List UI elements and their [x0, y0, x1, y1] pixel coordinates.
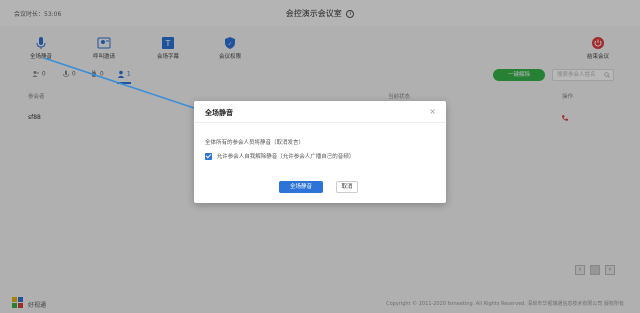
allow-self-unmute-checkbox[interactable]: 允许参会人自我解除静音（允许参会人广播自己的音频） [205, 152, 354, 160]
checkbox-label: 允许参会人自我解除静音（允许参会人广播自己的音频） [216, 154, 355, 160]
close-icon[interactable]: × [429, 107, 436, 116]
mute-all-dialog: 全场静音 × 全体所有的参会人员将静音（取消发言） 允许参会人自我解除静音（允许… [194, 101, 446, 203]
cancel-button[interactable]: 取消 [336, 181, 358, 193]
dialog-header: 全场静音 × [194, 101, 446, 123]
dialog-description: 全体所有的参会人员将静音（取消发言） [205, 140, 305, 146]
confirm-mute-all-button[interactable]: 全场静音 [279, 181, 323, 193]
dialog-title: 全场静音 [205, 109, 233, 117]
checkbox-checked-icon[interactable] [205, 153, 212, 160]
